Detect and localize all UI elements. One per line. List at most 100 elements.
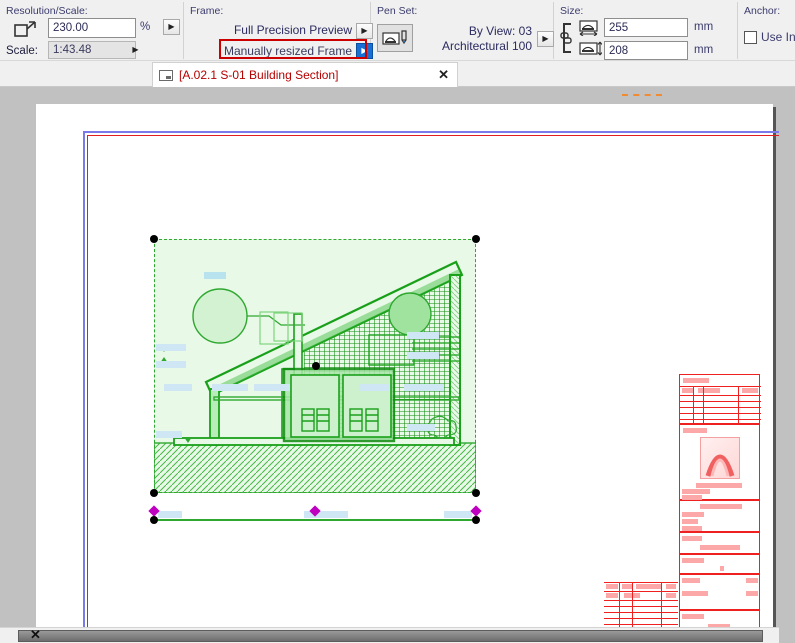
horizontal-scrollbar[interactable]: [0, 627, 779, 643]
title-block-project-panel: [679, 500, 760, 532]
chevron-right-icon: ▶: [542, 35, 548, 43]
scale-label: Scale:: [6, 45, 38, 57]
size-width-value: 255: [609, 22, 628, 34]
title-block-logo-panel: [679, 424, 760, 500]
placeholder-text: [682, 536, 702, 541]
annotation-tag: [156, 431, 182, 438]
placeholder-text: [720, 566, 724, 571]
table-rule: [738, 386, 739, 425]
placeholder-text: [746, 591, 758, 596]
resize-handle-bottom-left[interactable]: [150, 489, 158, 497]
title-block-key-table: [604, 582, 678, 632]
tab-building-section[interactable]: [A.02.1 S-01 Building Section] ✕: [152, 62, 458, 87]
annotation-tag: [407, 332, 439, 339]
resolution-input[interactable]: 230.00: [48, 18, 136, 38]
width-arrow-icon: [578, 20, 600, 36]
title-block-drawing-title-panel: [679, 532, 760, 554]
resize-handle-bottom-right[interactable]: [472, 489, 480, 497]
layout-page[interactable]: [36, 104, 773, 627]
anchor-checkbox-label: Use Int: [761, 30, 795, 44]
pen-set-group-label: Pen Set:: [377, 5, 417, 17]
size-group-label: Size:: [560, 5, 583, 17]
document-tab-bar: [A.02.1 S-01 Building Section] ✕: [0, 61, 795, 87]
vertical-scrollbar-track[interactable]: [779, 87, 795, 643]
placeholder-text: [682, 519, 698, 524]
placeholder-text: [606, 593, 618, 598]
pen-set-value-line2: Architectural 100: [418, 39, 532, 54]
size-width-unit: mm: [694, 21, 713, 33]
placeholder-text: [742, 388, 758, 393]
table-rule: [693, 386, 694, 425]
scale-field[interactable]: 1:43.48: [48, 41, 136, 59]
table-rule: [632, 582, 633, 632]
title-block-schedule-table: [679, 374, 760, 424]
table-rule: [604, 591, 678, 592]
placeholder-text: [700, 504, 742, 509]
resize-handle-top-right[interactable]: [472, 235, 480, 243]
anchor-use-interior-checkbox[interactable]: [744, 31, 757, 44]
placeholder-text: [622, 584, 632, 589]
resize-handle-top-left[interactable]: [150, 235, 158, 243]
annotation-tag: [404, 384, 444, 391]
pen-set-dropdown-button[interactable]: ▶: [537, 31, 554, 47]
placeholder-text: [698, 388, 720, 393]
size-width-input[interactable]: 255: [604, 18, 688, 37]
annotation-tag: [204, 272, 226, 279]
table-rule: [604, 600, 678, 601]
annotation-tag: [158, 511, 182, 518]
resolution-value: 230.00: [53, 22, 88, 34]
table-rule: [604, 612, 678, 613]
placeholder-text: [682, 489, 710, 494]
pen-set-button[interactable]: [377, 24, 413, 52]
annotation-tag: [407, 352, 439, 359]
placeholder-text: [682, 512, 704, 517]
size-height-input[interactable]: 208: [604, 41, 688, 60]
title-block-sheet-number-panel: [679, 554, 760, 574]
frame-preview-mode-value[interactable]: Full Precision Preview: [200, 23, 352, 38]
building-section-graphic: [154, 239, 476, 493]
baseline-handle-left[interactable]: [150, 516, 158, 524]
annotation-tag: [359, 384, 389, 391]
resolution-scale-group-label: Resolution/Scale:: [6, 5, 88, 17]
table-rule: [604, 606, 678, 607]
toolbar-separator: [737, 2, 738, 59]
table-rule: [661, 582, 662, 632]
drawing-icon: [159, 70, 173, 81]
placeholder-text: [746, 578, 758, 583]
annotation-tag: [444, 511, 472, 518]
placeholder-text: [682, 526, 702, 531]
resolution-unit: %: [140, 21, 150, 33]
close-icon[interactable]: ✕: [30, 629, 41, 641]
resolution-stepper-button[interactable]: ▶: [163, 19, 180, 35]
frame-resize-mode-value[interactable]: Manually resized Frame: [200, 44, 352, 59]
horizontal-scrollbar-thumb[interactable]: [18, 630, 763, 642]
drawing-baseline: [154, 519, 476, 521]
annotation-tag: [407, 424, 435, 431]
baseline-handle-right[interactable]: [472, 516, 480, 524]
size-height-value: 208: [609, 45, 628, 57]
table-rule: [604, 618, 678, 619]
anchor-group-label: Anchor:: [744, 5, 780, 17]
frame-preview-dropdown-button[interactable]: ▶: [356, 23, 373, 39]
drawing-canvas[interactable]: ✕: [0, 87, 795, 643]
close-icon[interactable]: ✕: [438, 67, 449, 83]
chain-link-icon[interactable]: [560, 20, 574, 56]
placeholder-text: [682, 614, 704, 619]
frame-group-label: Frame:: [190, 5, 223, 17]
chevron-right-icon: ▶: [361, 27, 367, 35]
height-arrow-icon: [578, 41, 602, 57]
chevron-right-icon: ▶: [361, 47, 367, 55]
placeholder-text: [682, 558, 704, 563]
resize-frame-icon: [14, 20, 38, 38]
annotation-tag: [156, 344, 186, 351]
placeholder-text: [666, 584, 676, 589]
scale-value: 1:43.48: [53, 44, 91, 56]
annotation-tag: [212, 384, 248, 391]
frame-resize-dropdown-button[interactable]: ▶: [356, 43, 373, 59]
placeholder-text: [606, 584, 618, 589]
scale-dropdown-button[interactable]: ▶: [127, 42, 144, 58]
application-window: Resolution/Scale: 230.00 % ▶ Scale: 1:43…: [0, 0, 795, 643]
placeholder-text: [682, 591, 708, 596]
chevron-right-icon: ▶: [168, 23, 174, 31]
layout-marker-line: [622, 94, 662, 96]
